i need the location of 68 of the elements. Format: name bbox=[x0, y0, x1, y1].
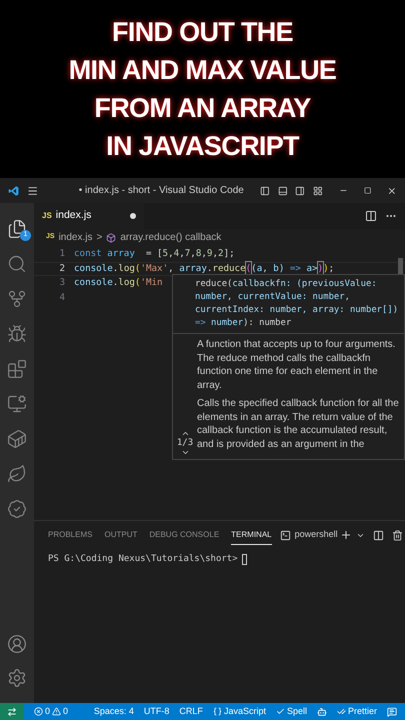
status-item[interactable]: Spell bbox=[286, 704, 307, 718]
terminal-icon bbox=[280, 530, 291, 540]
panel-right-icon[interactable] bbox=[295, 184, 306, 196]
split-terminal-icon[interactable] bbox=[372, 530, 384, 540]
double-check-icon bbox=[336, 707, 346, 716]
overload-counter: 1/3 bbox=[176, 438, 194, 448]
monitor-icon[interactable] bbox=[7, 394, 27, 414]
window-title: • index.js - short - Visual Studio Code bbox=[78, 184, 244, 198]
breadcrumb-item[interactable]: array.reduce() callback bbox=[120, 230, 222, 245]
warning-icon bbox=[52, 707, 62, 716]
error-icon bbox=[34, 707, 43, 716]
headline-text: IN JAVASCRIPT bbox=[106, 130, 299, 163]
cube-icon bbox=[106, 232, 116, 242]
documentation-text: Calls the specified callback function for all the elements in an array. The return value of the callback function is the accumulated result, and is provided as an argument in the bbox=[197, 397, 400, 451]
remote-button[interactable] bbox=[0, 703, 24, 720]
tab-label: index.js bbox=[56, 208, 92, 224]
warning-count[interactable]: 0 bbox=[63, 704, 68, 718]
previous-icon[interactable] bbox=[180, 429, 190, 438]
terminal-cursor bbox=[242, 554, 247, 566]
headline-text: FROM AN ARRAY bbox=[94, 92, 311, 125]
check-icon bbox=[276, 707, 285, 716]
js-file-icon: JS bbox=[42, 210, 52, 222]
panel-tab[interactable]: TERMINAL bbox=[231, 526, 272, 544]
status-item[interactable]: Spaces: 4 bbox=[94, 704, 134, 718]
panel-tab[interactable]: PROBLEMS bbox=[48, 526, 92, 544]
feedback-icon[interactable] bbox=[387, 706, 397, 716]
robot-icon[interactable] bbox=[316, 706, 327, 716]
account-icon[interactable] bbox=[7, 634, 27, 654]
headline-text: FIND OUT THE bbox=[112, 16, 293, 49]
blocks-icon[interactable] bbox=[7, 358, 27, 378]
maximize-icon[interactable] bbox=[364, 186, 372, 195]
status-item[interactable]: UTF-8 bbox=[144, 704, 170, 718]
code-line: 1 const array = [5,4,7,8,9,2]; bbox=[34, 247, 405, 262]
braces-icon bbox=[212, 707, 222, 716]
trash-icon[interactable] bbox=[392, 530, 403, 540]
split-editor-icon[interactable] bbox=[365, 210, 377, 222]
search-icon[interactable] bbox=[7, 254, 27, 274]
language-mode[interactable]: JavaScript bbox=[224, 704, 266, 718]
panel-tab[interactable]: DEBUG CONSOLE bbox=[149, 526, 220, 544]
bug-icon[interactable] bbox=[7, 324, 27, 344]
documentation-text: A function that accepts up to four arguments. The reduce method calls the callbackfn function one time for each element in the array. bbox=[197, 338, 396, 392]
breadcrumb-item[interactable]: index.js bbox=[58, 230, 92, 245]
panel-bottom-icon[interactable] bbox=[278, 184, 288, 196]
terminal-prompt: PS G:\Coding Nexus\Tutorials\short> bbox=[48, 553, 238, 566]
files-icon[interactable] bbox=[7, 218, 27, 238]
breadcrumb-separator: > bbox=[96, 231, 102, 245]
headline-text: MIN AND MAX VALUE bbox=[68, 54, 336, 87]
panel-left-icon[interactable] bbox=[260, 184, 270, 196]
settings-icon[interactable] bbox=[7, 668, 27, 688]
status-item[interactable]: CRLF bbox=[179, 704, 203, 718]
next-icon[interactable] bbox=[180, 448, 190, 457]
vscode-logo-icon bbox=[8, 184, 20, 198]
line-number: 1 bbox=[58, 247, 66, 262]
line-number: 2 bbox=[58, 262, 66, 276]
layout-icon[interactable] bbox=[313, 184, 323, 196]
arrows-icon bbox=[7, 706, 17, 716]
leaf-icon[interactable] bbox=[7, 464, 27, 484]
branch-icon[interactable] bbox=[7, 288, 27, 308]
line-number: 4 bbox=[58, 290, 66, 305]
panel-tab[interactable]: OUTPUT bbox=[104, 526, 138, 544]
plus-icon[interactable] bbox=[340, 529, 352, 541]
container-icon[interactable] bbox=[7, 428, 27, 448]
line-number: 3 bbox=[58, 276, 66, 290]
status-item[interactable]: Prettier bbox=[348, 704, 377, 718]
shell-label[interactable]: powershell bbox=[294, 528, 338, 542]
error-count[interactable]: 0 bbox=[45, 704, 50, 718]
badge-icon[interactable] bbox=[7, 498, 27, 518]
signature-text: reduce(callbackfn: (previousValue: number, currentValue: number, currentIndex: number, array: number[]) => number): number bbox=[173, 275, 404, 334]
